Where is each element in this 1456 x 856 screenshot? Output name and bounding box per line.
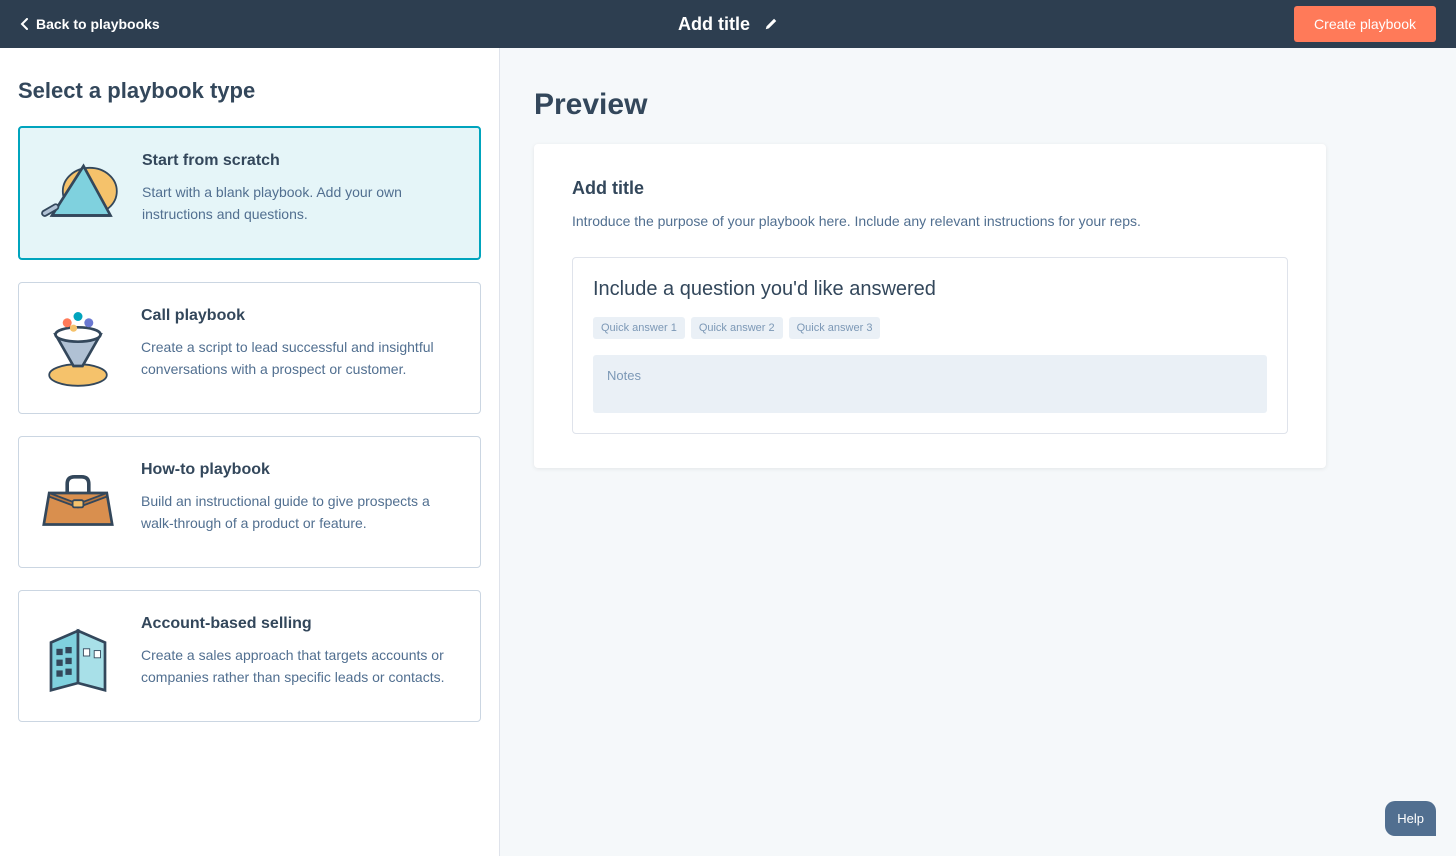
- question-box: Include a question you'd like answered Q…: [572, 257, 1288, 434]
- scratch-icon: [34, 148, 124, 238]
- quick-answer-chip[interactable]: Quick answer 2: [691, 317, 783, 339]
- pencil-icon[interactable]: [764, 17, 778, 31]
- quick-answer-chip[interactable]: Quick answer 1: [593, 317, 685, 339]
- section-title: Select a playbook type: [18, 78, 481, 104]
- quick-answer-chip[interactable]: Quick answer 3: [789, 317, 881, 339]
- briefcase-icon: [33, 457, 123, 547]
- notes-input[interactable]: Notes: [593, 355, 1267, 413]
- create-playbook-button[interactable]: Create playbook: [1294, 6, 1436, 42]
- card-desc: Start with a blank playbook. Add your ow…: [142, 182, 459, 225]
- left-panel: Select a playbook type Start from scratc…: [0, 48, 500, 856]
- card-desc: Create a script to lead successful and i…: [141, 337, 460, 380]
- card-title: Call playbook: [141, 307, 460, 325]
- card-desc: Create a sales approach that targets acc…: [141, 645, 460, 688]
- funnel-icon: [33, 303, 123, 393]
- card-title: Start from scratch: [142, 152, 459, 170]
- question-title: Include a question you'd like answered: [593, 278, 1267, 301]
- header-title-group: Add title: [678, 14, 778, 35]
- card-body: Account-based selling Create a sales app…: [141, 611, 460, 701]
- back-link-label: Back to playbooks: [36, 16, 160, 32]
- quick-answer-chips: Quick answer 1 Quick answer 2 Quick answ…: [593, 317, 1267, 339]
- app-header: Back to playbooks Add title Create playb…: [0, 0, 1456, 48]
- card-title: Account-based selling: [141, 615, 460, 633]
- preview-heading: Add title: [572, 178, 1288, 199]
- help-button[interactable]: Help: [1385, 801, 1436, 836]
- preview-card: Add title Introduce the purpose of your …: [534, 144, 1326, 468]
- card-body: Start from scratch Start with a blank pl…: [142, 148, 459, 238]
- playbook-type-card-abm[interactable]: Account-based selling Create a sales app…: [18, 590, 481, 722]
- card-body: How-to playbook Build an instructional g…: [141, 457, 460, 547]
- page-title[interactable]: Add title: [678, 14, 750, 35]
- preview-title: Preview: [534, 88, 1326, 122]
- notes-placeholder: Notes: [607, 368, 641, 383]
- playbook-type-card-scratch[interactable]: Start from scratch Start with a blank pl…: [18, 126, 481, 260]
- card-title: How-to playbook: [141, 461, 460, 479]
- right-panel: Preview Add title Introduce the purpose …: [500, 48, 1456, 856]
- card-body: Call playbook Create a script to lead su…: [141, 303, 460, 393]
- preview-intro: Introduce the purpose of your playbook h…: [572, 213, 1288, 229]
- playbook-type-card-howto[interactable]: How-to playbook Build an instructional g…: [18, 436, 481, 568]
- main-content: Select a playbook type Start from scratc…: [0, 48, 1456, 856]
- playbook-type-card-call[interactable]: Call playbook Create a script to lead su…: [18, 282, 481, 414]
- chevron-left-icon: [20, 18, 28, 30]
- back-to-playbooks-link[interactable]: Back to playbooks: [20, 16, 160, 32]
- buildings-icon: [33, 611, 123, 701]
- card-desc: Build an instructional guide to give pro…: [141, 491, 460, 534]
